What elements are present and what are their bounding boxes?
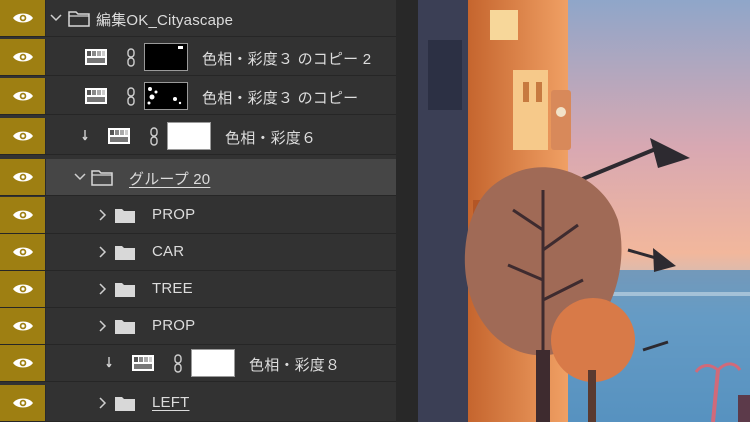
eye-icon[interactable] — [0, 385, 46, 421]
cityscape-illustration — [418, 0, 750, 422]
eye-icon[interactable] — [0, 308, 46, 344]
hue-saturation-icon — [108, 128, 130, 144]
folder-icon — [115, 397, 135, 411]
layer-row-hue-8[interactable]: 色相・彩度８ — [0, 345, 396, 382]
folder-icon — [115, 283, 135, 297]
hue-saturation-icon — [132, 355, 154, 371]
chain-link-icon[interactable] — [173, 354, 183, 373]
folder-icon — [115, 209, 135, 223]
eye-icon[interactable] — [0, 159, 46, 195]
eye-icon[interactable] — [0, 345, 46, 381]
layer-row-group-cityscape[interactable]: 編集OK_Cityascape — [0, 0, 396, 37]
chevron-right-icon[interactable] — [97, 319, 109, 333]
layer-mask-thumbnail[interactable] — [144, 43, 188, 71]
folder-icon — [68, 11, 90, 27]
panel-divider[interactable] — [396, 0, 418, 422]
layer-name[interactable]: PROP — [152, 317, 195, 334]
chain-link-icon[interactable] — [126, 48, 136, 67]
eye-icon[interactable] — [0, 197, 46, 233]
layer-name[interactable]: TREE — [152, 280, 193, 297]
chevron-down-icon[interactable] — [74, 170, 86, 184]
chevron-down-icon[interactable] — [50, 11, 62, 25]
layer-name[interactable]: 色相・彩度８ — [249, 354, 340, 375]
layer-name[interactable]: 編集OK_Cityascape — [96, 9, 233, 30]
layer-row-prop-1[interactable]: PROP — [0, 197, 396, 234]
eye-icon[interactable] — [0, 271, 46, 307]
hue-saturation-icon — [85, 49, 107, 65]
chain-link-icon[interactable] — [149, 127, 159, 146]
layer-mask-thumbnail[interactable] — [167, 122, 211, 150]
layer-row-prop-2[interactable]: PROP — [0, 308, 396, 345]
layer-mask-thumbnail[interactable] — [191, 349, 235, 377]
layer-name[interactable]: グループ 20 — [129, 168, 210, 189]
layer-row-car[interactable]: CAR — [0, 234, 396, 271]
layers-panel: 編集OK_Cityascape 色相・彩度３ のコピー 2 色相・彩度３ のコピ… — [0, 0, 396, 422]
eye-icon[interactable] — [0, 0, 46, 36]
layer-row-hue-copy[interactable]: 色相・彩度３ のコピー — [0, 78, 396, 115]
layer-row-hue-6[interactable]: 色相・彩度６ — [0, 118, 396, 155]
folder-icon — [91, 170, 113, 186]
eye-icon[interactable] — [0, 78, 46, 114]
layer-row-group-20[interactable]: グループ 20 — [0, 159, 396, 196]
layer-mask-thumbnail[interactable] — [144, 82, 188, 110]
eye-icon[interactable] — [0, 234, 46, 270]
folder-icon — [115, 320, 135, 334]
layer-name[interactable]: 色相・彩度６ — [225, 127, 316, 148]
clipping-arrow-icon — [106, 357, 112, 368]
layer-name[interactable]: 色相・彩度３ のコピー — [202, 87, 358, 108]
chevron-right-icon[interactable] — [97, 208, 109, 222]
chain-link-icon[interactable] — [126, 87, 136, 106]
chevron-right-icon[interactable] — [97, 282, 109, 296]
layer-row-hue-copy-2[interactable]: 色相・彩度３ のコピー 2 — [0, 39, 396, 76]
folder-icon — [115, 246, 135, 260]
clipping-arrow-icon — [82, 130, 88, 141]
chevron-right-icon[interactable] — [97, 396, 109, 410]
layer-name[interactable]: 色相・彩度３ のコピー 2 — [202, 48, 371, 69]
hue-saturation-icon — [85, 88, 107, 104]
eye-icon[interactable] — [0, 39, 46, 75]
eye-icon[interactable] — [0, 118, 46, 154]
canvas-artwork[interactable] — [418, 0, 750, 422]
layer-name[interactable]: CAR — [152, 243, 184, 260]
layer-name[interactable]: PROP — [152, 206, 195, 223]
layer-name[interactable]: LEFT — [152, 394, 189, 411]
layer-row-tree[interactable]: TREE — [0, 271, 396, 308]
chevron-right-icon[interactable] — [97, 245, 109, 259]
layer-row-left[interactable]: LEFT — [0, 385, 396, 422]
